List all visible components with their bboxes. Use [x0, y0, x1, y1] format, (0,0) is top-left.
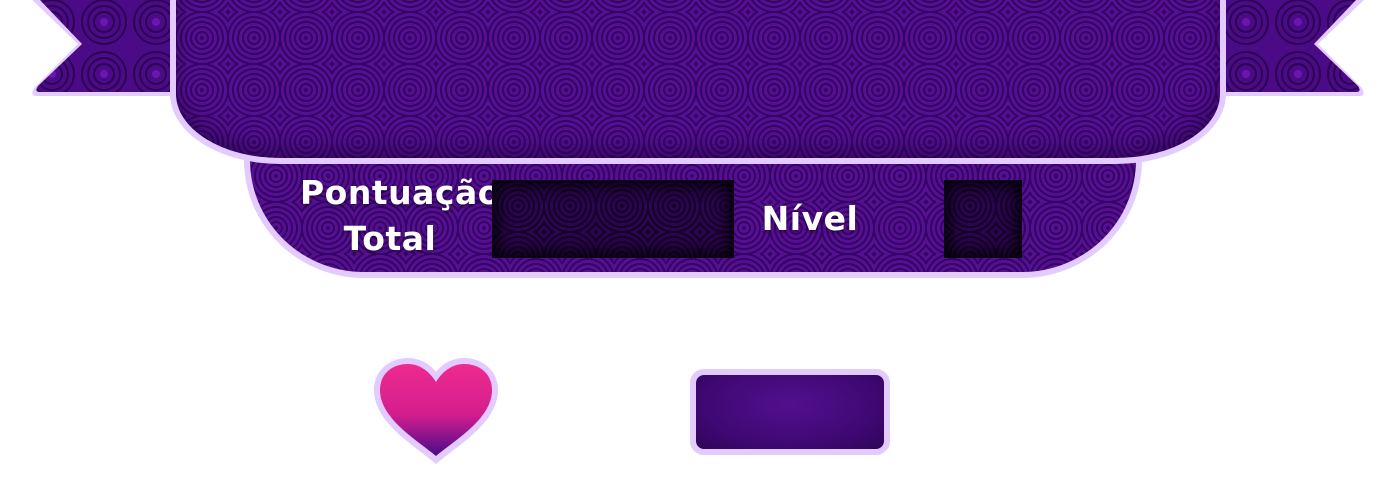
level-label: Nível: [761, 199, 859, 238]
score-label: Pontuação Total: [300, 170, 500, 262]
lives-value-box: [690, 369, 890, 455]
banner-ribbon-left: [26, 0, 176, 100]
banner-ribbon-right: [1220, 0, 1370, 100]
score-label-line2: Total: [343, 219, 437, 258]
score-label-line1: Pontuação: [300, 173, 501, 212]
title-banner: [170, 0, 1226, 164]
score-value-slot: [492, 180, 734, 258]
heart-icon: [372, 356, 500, 466]
level-value-slot: [944, 180, 1022, 258]
